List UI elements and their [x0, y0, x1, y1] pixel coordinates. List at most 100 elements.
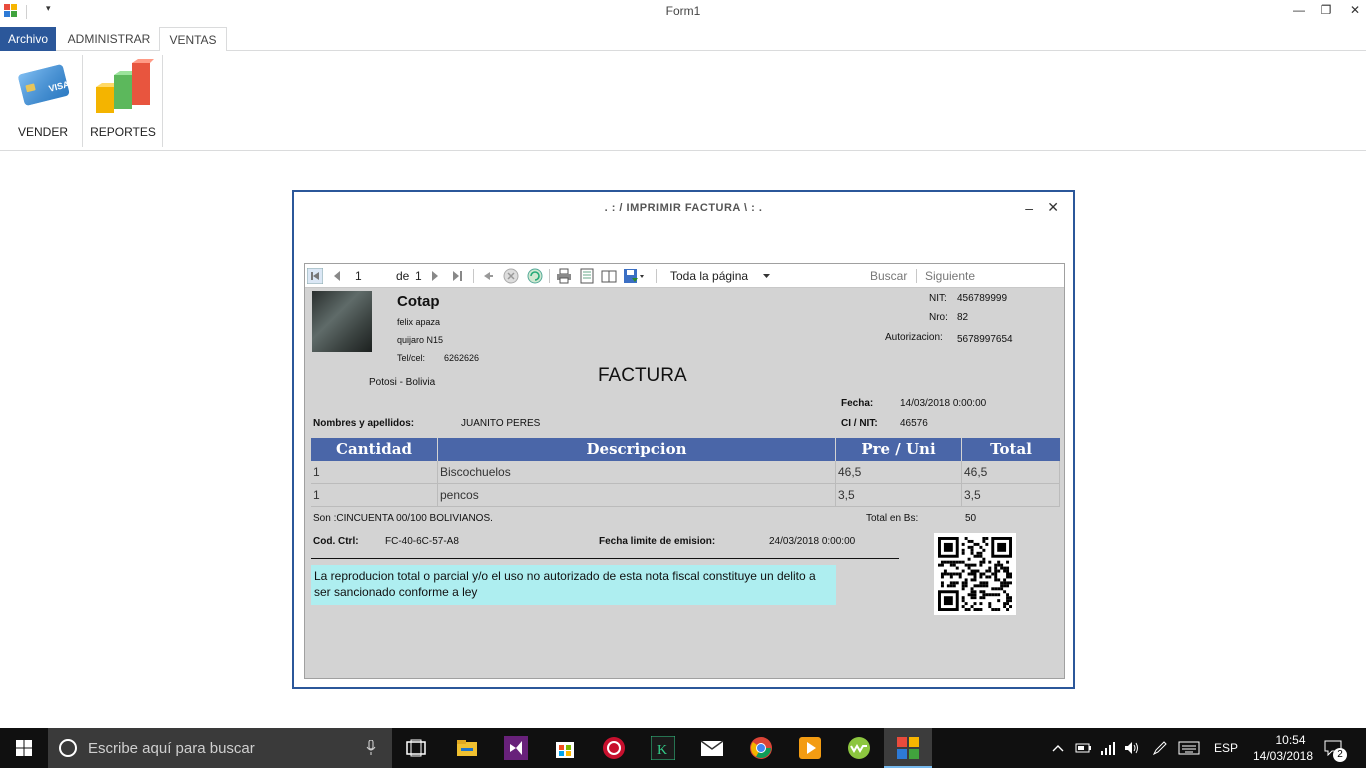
cortana-icon [59, 739, 77, 757]
reportes-button[interactable]: REPORTES [88, 53, 158, 149]
page-setup-icon[interactable] [601, 268, 617, 284]
column-header-descripcion: Descripcion [438, 438, 836, 461]
company-location: Potosi - Bolivia [369, 377, 436, 388]
page-of-label: de [396, 269, 410, 283]
vender-label: VENDER [17, 125, 68, 139]
divider-line [311, 558, 899, 559]
nit-label: NIT: [929, 293, 947, 304]
phone-value: 6262626 [444, 353, 480, 363]
ribbon-separator [162, 55, 163, 147]
cell-total: 46,5 [962, 461, 1060, 483]
clock-time[interactable]: 10:54 [1263, 733, 1318, 747]
tab-administrar[interactable]: ADMINISTRAR [62, 27, 156, 51]
battery-icon[interactable] [1074, 740, 1092, 756]
ci-nit-value: 46576 [900, 418, 928, 429]
client-value: JUANITO PERES [461, 418, 541, 429]
volume-icon[interactable] [1124, 740, 1140, 756]
restore-button[interactable]: ❐ [1311, 0, 1341, 22]
previous-page-icon[interactable] [331, 268, 343, 284]
cell-precio-unitario: 46,5 [836, 461, 962, 483]
report-viewer: 1 de 1 Toda la página Buscar Siguiente C… [304, 263, 1065, 679]
svg-text:K: K [657, 743, 667, 758]
tab-archivo[interactable]: Archivo [0, 27, 56, 51]
media-player-icon[interactable] [798, 736, 822, 760]
phone-label: Tel/cel: [397, 353, 426, 363]
find-next-link[interactable]: Siguiente [925, 268, 975, 284]
fecha-label: Fecha: [841, 398, 874, 409]
toolbar-separator [473, 269, 474, 283]
last-page-icon[interactable] [451, 268, 465, 284]
stop-icon[interactable] [503, 268, 519, 284]
vender-button[interactable]: VISA VENDER [10, 53, 76, 149]
wamp-icon[interactable] [847, 736, 871, 760]
language-indicator[interactable]: ESP [1214, 741, 1238, 755]
store-icon[interactable] [553, 736, 577, 760]
search-box[interactable]: Escribe aquí para buscar [48, 728, 392, 768]
file-explorer-icon[interactable] [455, 736, 479, 760]
back-icon[interactable] [481, 268, 495, 284]
control-code-value: FC-40-6C-57-A8 [385, 536, 459, 547]
ci-nit-label: CI / NIT: [841, 418, 878, 429]
microphone-icon[interactable] [366, 740, 376, 756]
ribbon-panel: VISA VENDER REPORTES [0, 51, 1366, 151]
find-link[interactable]: Buscar [870, 268, 907, 284]
print-icon[interactable] [556, 268, 572, 284]
invoice-heading: FACTURA [598, 365, 687, 386]
next-page-icon[interactable] [429, 268, 441, 284]
form1-app-icon [897, 737, 919, 759]
print-layout-icon[interactable] [579, 268, 595, 284]
first-page-icon[interactable] [307, 268, 323, 284]
chevron-down-icon [763, 274, 770, 278]
toolbar-separator [656, 269, 657, 283]
page-total: 1 [415, 269, 422, 283]
page-number-input[interactable]: 1 [355, 268, 362, 284]
red-app-icon[interactable] [602, 736, 626, 760]
visual-studio-icon[interactable] [504, 736, 528, 760]
minimize-button[interactable]: — [1284, 0, 1314, 22]
network-icon[interactable] [1100, 740, 1116, 756]
table-row: 1 pencos 3,5 3,5 [311, 484, 1060, 507]
clock-date[interactable]: 14/03/2018 [1248, 749, 1318, 763]
chevron-up-icon[interactable] [1052, 743, 1064, 753]
total-value: 50 [965, 513, 977, 524]
mail-icon[interactable] [700, 736, 724, 760]
print-invoice-dialog: . : / IMPRIMIR FACTURA \ : . – ✕ 1 de 1 … [292, 190, 1075, 689]
zoom-select[interactable]: Toda la página [663, 268, 775, 284]
chrome-icon[interactable] [749, 736, 773, 760]
active-app-tab[interactable] [884, 728, 932, 768]
close-button[interactable]: ✕ [1340, 0, 1366, 22]
bar-chart-icon [96, 59, 154, 113]
toolbar-separator [549, 269, 550, 283]
dialog-close-button[interactable]: ✕ [1047, 199, 1059, 216]
cell-cantidad: 1 [311, 484, 438, 506]
terminal-app-icon[interactable]: K [651, 736, 675, 760]
pen-icon[interactable] [1152, 740, 1168, 756]
reportes-label: REPORTES [90, 125, 156, 139]
windows-logo-icon [16, 740, 32, 756]
nit-value: 456789999 [957, 293, 1008, 304]
cell-cantidad: 1 [311, 461, 438, 483]
keyboard-icon[interactable] [1178, 741, 1200, 755]
column-header-total: Total [990, 440, 1032, 458]
refresh-icon[interactable] [527, 268, 543, 284]
cell-total: 3,5 [962, 484, 1060, 506]
toolbar-separator [916, 269, 917, 283]
export-icon[interactable] [623, 268, 645, 284]
tab-ventas[interactable]: VENTAS [159, 27, 227, 52]
table-row: 1 Biscochuelos 46,5 46,5 [311, 461, 1060, 484]
dialog-minimize-button[interactable]: – [1025, 200, 1033, 216]
legal-notice: La reproducion total o parcial y/o el us… [311, 565, 836, 605]
invoice-report: Cotap felix apaza quijaro N15 Tel/cel: 6… [305, 289, 1064, 678]
search-placeholder: Escribe aquí para buscar [88, 740, 255, 757]
owner-name: felix apaza [397, 317, 441, 327]
limit-date-label: Fecha limite de emision: [599, 536, 716, 547]
task-view-icon[interactable] [404, 736, 428, 760]
amount-in-words: Son :CINCUENTA 00/100 BOLIVIANOS. [313, 513, 493, 524]
ribbon-tabs: Archivo ADMINISTRAR VENTAS [0, 27, 1366, 52]
taskbar: Escribe aquí para buscar K ESP 10:54 14/… [0, 728, 1366, 768]
limit-date-value: 24/03/2018 0:00:00 [769, 536, 856, 547]
ribbon-separator [82, 55, 83, 147]
report-toolbar: 1 de 1 Toda la página Buscar Siguiente [305, 264, 1064, 288]
start-button[interactable] [0, 728, 48, 768]
fecha-value: 14/03/2018 0:00:00 [900, 398, 987, 409]
